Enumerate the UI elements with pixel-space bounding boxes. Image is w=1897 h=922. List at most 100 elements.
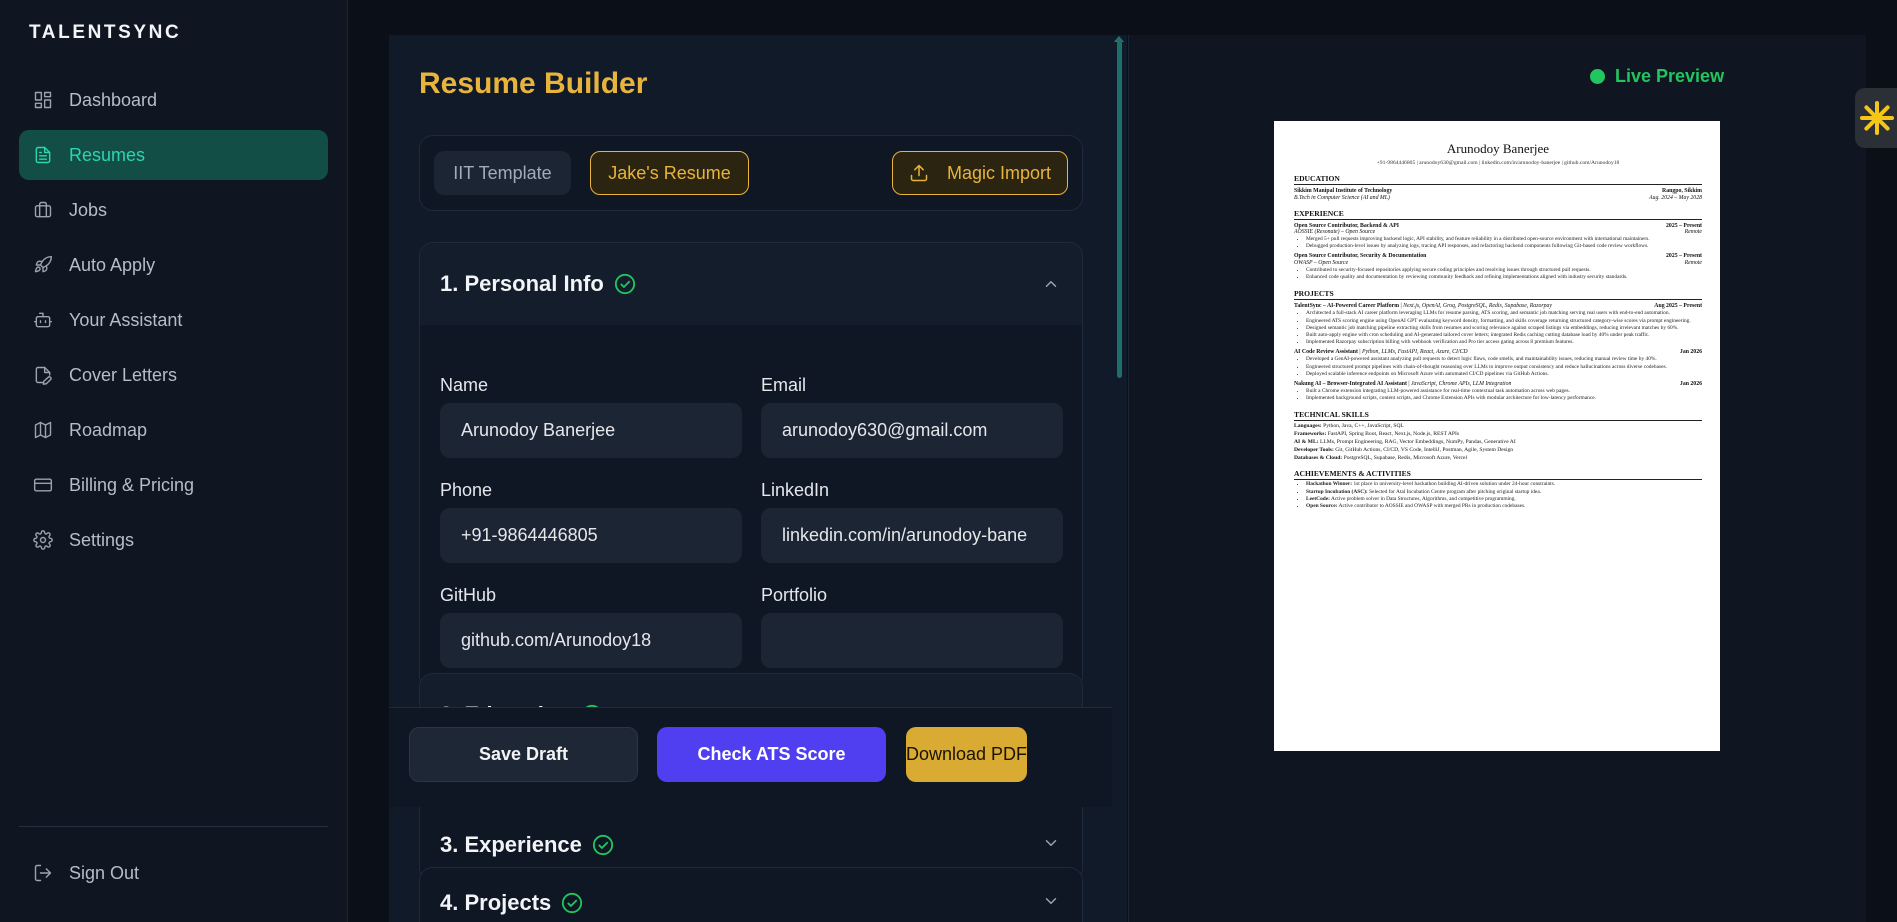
resume-skill-line: Frameworks: FastAPI, Spring Boot, React,… xyxy=(1294,431,1460,438)
dashboard-icon xyxy=(34,91,52,109)
check-circle-icon xyxy=(614,273,635,295)
resume-name: Arunodoy Banerjee xyxy=(1446,141,1550,156)
chevron-down-icon[interactable] xyxy=(1042,892,1060,910)
sign-out-button[interactable]: Sign Out xyxy=(19,848,328,898)
resume-skill-line: Languages: Python, Java, C++, JavaScript… xyxy=(1294,423,1404,430)
linkedin-input[interactable] xyxy=(761,508,1063,563)
section-title: 4. Projects xyxy=(440,890,583,916)
credit-card-icon xyxy=(33,478,53,492)
sign-out-label: Sign Out xyxy=(69,862,140,883)
email-label: Email xyxy=(761,375,807,395)
sidebar-item-label: Resumes xyxy=(69,144,146,165)
projects-section: 4. Projects xyxy=(419,867,1083,922)
sidebar-item-dashboard[interactable]: Dashboard xyxy=(19,75,328,125)
section-title: 1. Personal Info xyxy=(440,271,636,297)
sidebar-item-label: Auto Apply xyxy=(69,254,156,275)
resume-skill-line: AI & ML: LLMs, Prompt Engineering, RAG, … xyxy=(1294,439,1516,446)
sidebar-item-billing[interactable]: Billing & Pricing xyxy=(19,460,328,510)
resume-bullets: Built a Chrome extension integrating LLM… xyxy=(1294,388,1702,402)
editor-scrollbar-thumb[interactable] xyxy=(1117,38,1122,378)
check-circle-icon xyxy=(592,834,613,856)
personal-info-section: 1. Personal Info Name Email Phone Linked… xyxy=(419,242,1083,689)
rocket-icon xyxy=(34,255,53,273)
resume-bullets: Hackathon Winner: 1st place in universit… xyxy=(1294,481,1702,510)
resume-row: Nakung AI – Browser-Integrated AI Assist… xyxy=(1294,380,1702,387)
resume-row: Open Source Contributor, Security & Docu… xyxy=(1294,253,1702,260)
phone-input[interactable] xyxy=(440,508,742,563)
resume-bullets: Merged 5+ pull requests improving backen… xyxy=(1294,236,1702,250)
projects-header[interactable]: 4. Projects xyxy=(420,868,1082,922)
resume-bullets: Developed a GenAI-powered assistant anal… xyxy=(1294,356,1702,378)
live-preview-label: Live Preview xyxy=(1615,66,1725,86)
section-title: 3. Experience xyxy=(440,832,614,858)
check-circle-icon xyxy=(562,892,583,914)
magic-import-label: Magic Import xyxy=(946,162,1052,183)
file-edit-icon xyxy=(35,366,52,385)
resume-row: OWASP – Open Source Remote xyxy=(1294,259,1702,266)
sidebar-item-roadmap[interactable]: Roadmap xyxy=(19,405,328,455)
iit-template-button[interactable]: IIT Template xyxy=(434,151,571,195)
map-icon xyxy=(34,421,52,439)
personal-info-header[interactable]: 1. Personal Info xyxy=(420,243,1082,325)
sidebar-item-label: Cover Letters xyxy=(69,364,178,385)
bot-icon xyxy=(33,312,53,328)
sidebar-item-settings[interactable]: Settings xyxy=(19,515,328,565)
sidebar-item-label: Settings xyxy=(69,529,135,550)
linkedin-label: LinkedIn xyxy=(761,480,830,500)
sidebar-item-label: Roadmap xyxy=(69,419,148,440)
portfolio-input[interactable] xyxy=(761,613,1063,668)
resume-skill-line: Developer Tools: Git, GitHub Actions, CI… xyxy=(1294,447,1514,454)
live-preview-indicator: Live Preview xyxy=(1590,66,1724,87)
github-input[interactable] xyxy=(440,613,742,668)
sidebar-item-resumes[interactable]: Resumes xyxy=(19,130,328,180)
resume-document: Arunodoy Banerjee +91-9864446805 | aruno… xyxy=(1274,121,1720,751)
briefcase-icon xyxy=(34,201,52,218)
logout-icon xyxy=(34,864,52,882)
sidebar: TALENTSYNC Dashboard Resumes Jobs Auto A… xyxy=(0,0,348,922)
jakes-resume-template-button[interactable]: Jake's Resume xyxy=(590,151,749,195)
document-icon xyxy=(35,146,51,164)
resume-row: B.Tech in Computer Science (AI and ML) Au… xyxy=(1294,194,1702,201)
portfolio-label: Portfolio xyxy=(761,585,828,605)
sidebar-item-jobs[interactable]: Jobs xyxy=(19,185,328,235)
name-label: Name xyxy=(440,375,489,395)
assistant-launcher[interactable] xyxy=(1855,88,1897,148)
resume-contact: +91-9864446805 | arunodoy630@gmail.com |… xyxy=(1376,160,1620,166)
sidebar-item-label: Jobs xyxy=(69,199,108,220)
sidebar-item-label: Your Assistant xyxy=(69,309,183,330)
resume-bullets: Architected a full-stack AI career platf… xyxy=(1294,310,1702,346)
email-input[interactable] xyxy=(761,403,1063,458)
resume-row: AI Code Review Assistant | Python, LLMs,… xyxy=(1294,349,1702,356)
sidebar-item-your-assistant[interactable]: Your Assistant xyxy=(19,295,328,345)
resume-section-heading: ACHIEVEMENTS & ACTIVITIES xyxy=(1294,469,1702,481)
name-input[interactable] xyxy=(440,403,742,458)
upload-icon xyxy=(910,164,928,182)
editor-action-bar: Save Draft Check ATS Score Download PDF xyxy=(389,707,1112,807)
github-label: GitHub xyxy=(440,585,497,605)
sidebar-item-cover-letters[interactable]: Cover Letters xyxy=(19,350,328,400)
resume-row: AOSSIE (Resonate) – Open Source Remote xyxy=(1294,229,1702,235)
resume-row: Sikkim Manipal Institute of Technology Ra… xyxy=(1294,188,1702,194)
save-draft-button[interactable]: Save Draft xyxy=(409,727,638,782)
phone-label: Phone xyxy=(440,480,493,500)
sidebar-item-label: Dashboard xyxy=(69,89,158,110)
resume-section-heading: EDUCATION xyxy=(1294,174,1702,185)
sidebar-item-label: Billing & Pricing xyxy=(69,474,195,495)
gear-icon xyxy=(33,530,53,550)
check-ats-score-button[interactable]: Check ATS Score xyxy=(657,727,886,782)
live-status-dot xyxy=(1590,69,1605,84)
resume-section-heading: EXPERIENCE xyxy=(1294,209,1702,220)
resume-bullets: Contributed to security-focused reposito… xyxy=(1294,267,1702,281)
sidebar-nav: Dashboard Resumes Jobs Auto Apply Your A… xyxy=(19,75,328,570)
page-title: Resume Builder xyxy=(419,67,648,100)
resume-section-heading: TECHNICAL SKILLS xyxy=(1294,410,1702,422)
magic-import-button[interactable]: Magic Import xyxy=(892,151,1068,195)
resume-skill-line: Databases & Cloud: PostgreSQL, Supabase,… xyxy=(1294,455,1467,462)
chevron-up-icon[interactable] xyxy=(1042,275,1060,293)
template-selector: IIT Template Jake's Resume Magic Import xyxy=(419,135,1083,211)
chevron-down-icon[interactable] xyxy=(1042,834,1060,852)
resume-editor-panel: Resume Builder IIT Template Jake's Resum… xyxy=(389,35,1127,922)
download-pdf-button[interactable]: Download PDF xyxy=(906,727,1027,782)
brand-logo[interactable]: TALENTSYNC xyxy=(29,22,181,44)
sidebar-item-auto-apply[interactable]: Auto Apply xyxy=(19,240,328,290)
